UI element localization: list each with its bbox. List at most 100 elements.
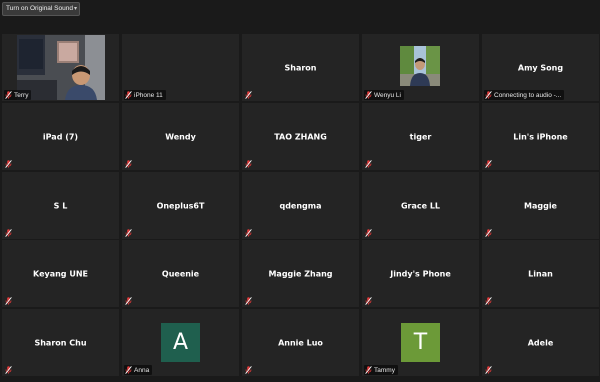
muted-mic-icon bbox=[365, 229, 372, 237]
tile-footer bbox=[124, 296, 137, 306]
muted-mic-icon bbox=[5, 297, 12, 305]
tile-footer: Anna bbox=[124, 365, 153, 375]
tile-footer bbox=[244, 90, 257, 100]
participant-tile[interactable]: T Tammy bbox=[362, 309, 479, 376]
muted-mic-icon bbox=[365, 91, 372, 99]
participant-tile[interactable]: Amy Song Connecting to audio -... bbox=[482, 34, 599, 101]
tile-footer bbox=[244, 296, 257, 306]
participant-name: Queenie bbox=[161, 269, 200, 278]
participant-tile[interactable]: Jindy's Phone bbox=[362, 240, 479, 307]
muted-mic-icon bbox=[125, 160, 132, 168]
muted-mic-icon bbox=[365, 160, 372, 168]
tile-footer bbox=[244, 159, 257, 169]
muted-mic-icon bbox=[125, 366, 132, 374]
participant-name: Wendy bbox=[165, 132, 196, 141]
participant-name: Maggie bbox=[524, 201, 557, 210]
participant-name: Grace LL bbox=[400, 201, 441, 210]
participant-name: Sharon Chu bbox=[34, 338, 87, 347]
muted-mic-icon bbox=[125, 91, 132, 99]
tile-footer bbox=[124, 228, 137, 238]
participant-tile[interactable]: tiger bbox=[362, 103, 479, 170]
participant-name: Maggie Zhang bbox=[268, 269, 333, 278]
participant-name: Annie Luo bbox=[278, 338, 323, 347]
participant-footer-label: Wenyu Li bbox=[374, 91, 401, 99]
participant-tile[interactable]: A Anna bbox=[122, 309, 239, 376]
participant-tile[interactable]: Queenie bbox=[122, 240, 239, 307]
tile-footer bbox=[4, 159, 17, 169]
muted-mic-icon bbox=[245, 160, 252, 168]
participant-tile[interactable]: Maggie bbox=[482, 172, 599, 239]
muted-mic-icon bbox=[485, 229, 492, 237]
original-sound-label: Turn on Original Sound bbox=[6, 5, 73, 12]
muted-mic-icon bbox=[245, 91, 252, 99]
muted-mic-icon bbox=[125, 297, 132, 305]
tile-footer bbox=[364, 228, 377, 238]
participant-name: S L bbox=[53, 201, 68, 210]
participant-tile[interactable]: iPhone 11 bbox=[122, 34, 239, 101]
muted-mic-icon bbox=[485, 160, 492, 168]
participant-tile[interactable]: Wenyu Li bbox=[362, 34, 479, 101]
tile-footer bbox=[364, 296, 377, 306]
participant-tile[interactable]: Terry bbox=[2, 34, 119, 101]
original-sound-button[interactable]: Turn on Original Sound ▾ bbox=[2, 2, 80, 16]
tile-footer: Wenyu Li bbox=[364, 90, 404, 100]
muted-mic-icon bbox=[5, 366, 12, 374]
participant-tile[interactable]: Linan bbox=[482, 240, 599, 307]
participant-name: Keyang UNE bbox=[33, 269, 88, 278]
tile-footer bbox=[484, 365, 497, 375]
participant-tile[interactable]: iPad (7) bbox=[2, 103, 119, 170]
muted-mic-icon bbox=[365, 366, 372, 374]
participant-tile[interactable]: Grace LL bbox=[362, 172, 479, 239]
participant-tile[interactable]: TAO ZHANG bbox=[242, 103, 359, 170]
participant-name: Oneplus6T bbox=[156, 201, 205, 210]
tile-footer bbox=[124, 159, 137, 169]
tile-footer bbox=[244, 365, 257, 375]
participant-footer-label: Connecting to audio -... bbox=[494, 91, 562, 99]
participant-name: iPad (7) bbox=[42, 132, 79, 141]
participant-tile[interactable]: Annie Luo bbox=[242, 309, 359, 376]
participant-name: tiger bbox=[409, 132, 432, 141]
tile-footer: Terry bbox=[4, 90, 32, 100]
participant-name: Sharon bbox=[284, 63, 317, 72]
participant-tile[interactable]: Sharon bbox=[242, 34, 359, 101]
participant-tile[interactable]: Wendy bbox=[122, 103, 239, 170]
gallery-grid: Terry iPhone 11 Sharon Wenyu Li Amy Song Conn… bbox=[2, 34, 599, 380]
muted-mic-icon bbox=[245, 366, 252, 374]
participant-name: TAO ZHANG bbox=[274, 132, 327, 141]
tile-footer bbox=[4, 296, 17, 306]
muted-mic-icon bbox=[365, 297, 372, 305]
participant-tile[interactable]: Maggie Zhang bbox=[242, 240, 359, 307]
muted-mic-icon bbox=[485, 91, 492, 99]
participant-tile[interactable]: Adele bbox=[482, 309, 599, 376]
tile-footer bbox=[4, 365, 17, 375]
tile-footer: Tammy bbox=[364, 365, 398, 375]
participant-tile[interactable]: qdengma bbox=[242, 172, 359, 239]
avatar-initial: T bbox=[401, 323, 440, 362]
participant-footer-label: Tammy bbox=[374, 366, 395, 374]
participant-tile[interactable]: Oneplus6T bbox=[122, 172, 239, 239]
participant-name: Adele bbox=[527, 338, 554, 347]
participant-name: Jindy's Phone bbox=[390, 269, 451, 278]
muted-mic-icon bbox=[485, 366, 492, 374]
chevron-down-icon[interactable]: ▾ bbox=[74, 3, 77, 15]
participant-footer-label: iPhone 11 bbox=[134, 91, 163, 99]
participant-tile[interactable]: Lin's iPhone bbox=[482, 103, 599, 170]
participant-footer-label: Anna bbox=[134, 366, 150, 374]
tile-footer bbox=[484, 296, 497, 306]
tile-footer: iPhone 11 bbox=[124, 90, 166, 100]
tile-footer bbox=[4, 228, 17, 238]
participant-tile[interactable]: S L bbox=[2, 172, 119, 239]
avatar-initial: A bbox=[161, 323, 200, 362]
tile-footer bbox=[484, 159, 497, 169]
muted-mic-icon bbox=[485, 297, 492, 305]
muted-mic-icon bbox=[245, 297, 252, 305]
participant-tile[interactable]: Keyang UNE bbox=[2, 240, 119, 307]
muted-mic-icon bbox=[5, 91, 12, 99]
participant-name: qdengma bbox=[279, 201, 322, 210]
participant-tile[interactable]: Sharon Chu bbox=[2, 309, 119, 376]
tile-footer bbox=[364, 159, 377, 169]
participant-photo bbox=[400, 46, 440, 86]
participant-name: Lin's iPhone bbox=[513, 132, 568, 141]
muted-mic-icon bbox=[5, 160, 12, 168]
muted-mic-icon bbox=[245, 229, 252, 237]
